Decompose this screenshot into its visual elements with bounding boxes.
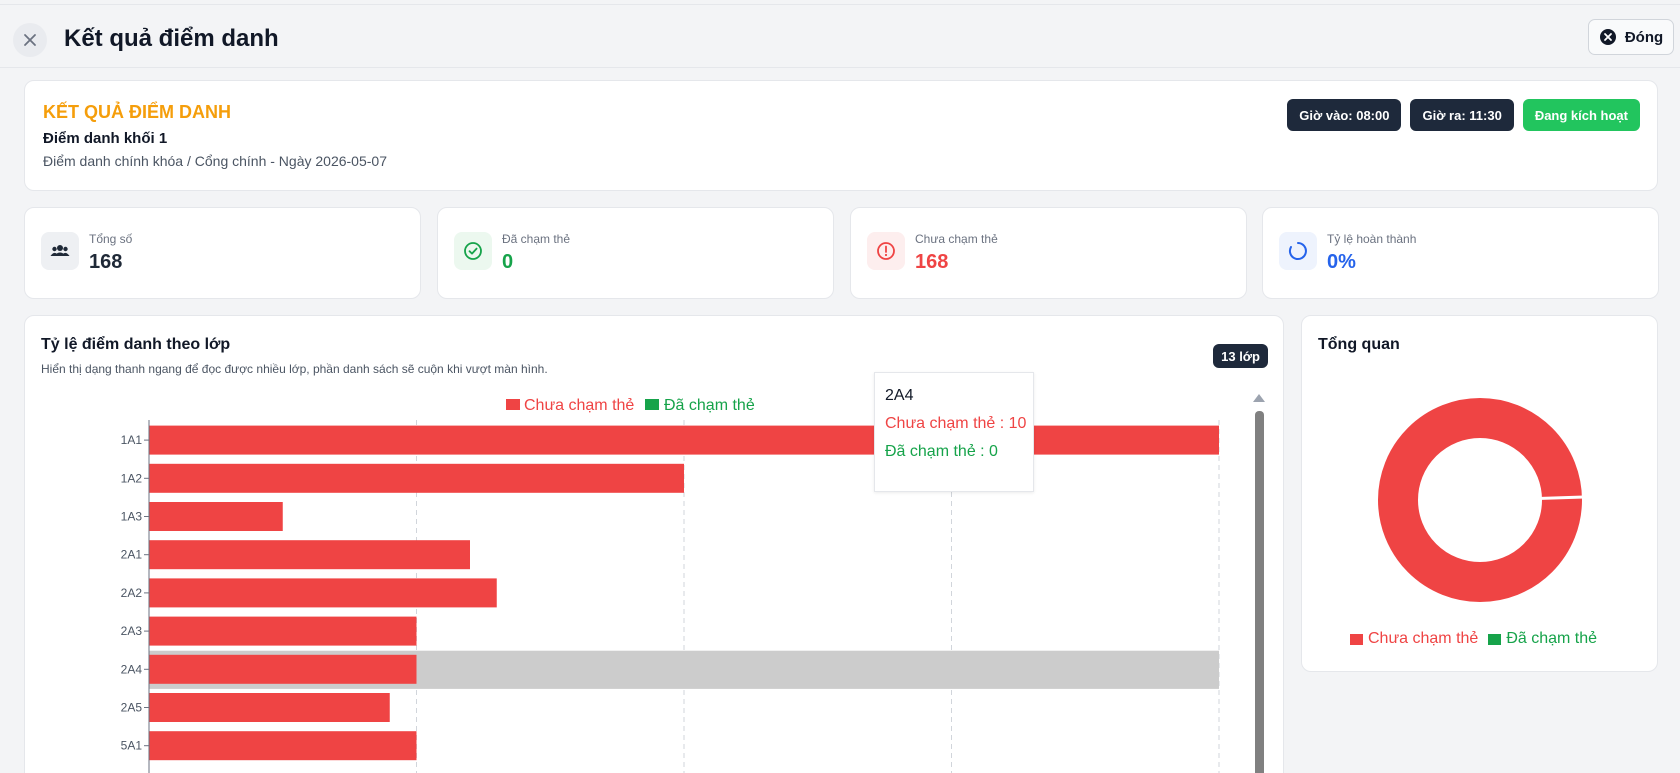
- scroll-thumb[interactable]: [1255, 411, 1264, 773]
- bar-1A3[interactable]: [149, 502, 283, 531]
- bar-1A1[interactable]: [149, 425, 1219, 455]
- legend-swatch-not-tapped: [506, 399, 520, 410]
- stat-card-tapped: Đã chạm thẻ 0: [437, 207, 834, 299]
- scroll-up-arrow[interactable]: [1253, 394, 1265, 402]
- close-button[interactable]: Đóng: [1588, 19, 1674, 55]
- close-button-label: Đóng: [1624, 28, 1664, 46]
- overview-card: Tổng quan Chưa chạm thẻ Đã chạm thẻ: [1301, 315, 1658, 672]
- stat-card-not-tapped: Chưa chạm thẻ 168: [850, 207, 1247, 299]
- summary-title: Điểm danh khối 1: [43, 130, 168, 147]
- bar-2A4[interactable]: [149, 654, 417, 684]
- alert-circle-icon: [867, 232, 905, 270]
- stat-value: 0: [502, 251, 514, 273]
- stat-value: 168: [89, 251, 123, 273]
- page-title: Kết quả điểm danh: [64, 25, 279, 52]
- check-circle-icon: [454, 232, 492, 270]
- legend-label-not-tapped: Chưa chạm thẻ: [524, 397, 634, 414]
- bar-2A2[interactable]: [149, 578, 497, 608]
- chart-scrollbar[interactable]: [1253, 394, 1265, 773]
- close-circle-icon: [1599, 29, 1616, 45]
- legend-label-tapped: Đã chạm thẻ: [664, 397, 755, 414]
- tick-label: 1A3: [121, 510, 143, 524]
- summary-subtitle: Điểm danh chính khóa / Cổng chính - Ngày…: [43, 153, 387, 169]
- stat-label: Tổng số: [89, 232, 133, 246]
- overview-legend-item-not-tapped: Chưa chạm thẻ: [1350, 630, 1478, 648]
- tick-label: 2A1: [121, 548, 143, 562]
- close-x-button[interactable]: [13, 23, 47, 57]
- legend-swatch-tapped: [1488, 633, 1502, 645]
- stat-value: 0%: [1327, 251, 1356, 273]
- legend-label: Chưa chạm thẻ: [1368, 630, 1479, 647]
- close-icon: [24, 34, 36, 46]
- chart-tooltip: 2A4 Chưa chạm thẻ : 10 Đã chạm thẻ : 0: [874, 372, 1034, 492]
- donut-chart: [1378, 398, 1585, 602]
- bar-2A5[interactable]: [149, 693, 390, 722]
- stat-label: Đã chạm thẻ: [502, 232, 571, 246]
- summary-kicker: KẾT QUẢ ĐIỂM DANH: [43, 102, 231, 122]
- stat-label: Chưa chạm thẻ: [915, 232, 998, 246]
- summary-tags: Giờ vào: 08:00 Giờ ra: 11:30 Đang kích h…: [1287, 99, 1640, 131]
- bar-2A1[interactable]: [149, 540, 470, 570]
- stat-card-completion: Tỷ lệ hoàn thành 0%: [1262, 207, 1659, 299]
- users-icon: [41, 232, 79, 270]
- tick-label: 2A4: [121, 662, 143, 676]
- bar-1A2[interactable]: [149, 463, 684, 493]
- top-bar: Kết quả điểm danh Đóng: [0, 4, 1680, 68]
- overview-legend-item-tapped: Đã chạm thẻ: [1488, 630, 1597, 648]
- stat-label: Tỷ lệ hoàn thành: [1327, 232, 1417, 246]
- checkout-time-badge: Giờ ra: 11:30: [1410, 99, 1514, 131]
- bar-2A3[interactable]: [149, 616, 417, 646]
- tick-label: 1A1: [121, 433, 143, 447]
- tick-label: 2A2: [121, 586, 143, 600]
- legend-label: Đã chạm thẻ: [1506, 630, 1598, 647]
- status-badge: Đang kích hoạt: [1522, 99, 1640, 131]
- summary-card: KẾT QUẢ ĐIỂM DANH Điểm danh khối 1 Điểm …: [24, 80, 1658, 191]
- tooltip-tapped: Đã chạm thẻ : 0: [885, 443, 998, 460]
- legend-swatch-tapped: [645, 399, 659, 410]
- tooltip-title: 2A4: [885, 387, 914, 404]
- tick-label: 1A2: [121, 471, 143, 485]
- tooltip-not-tapped: Chưa chạm thẻ : 10: [885, 415, 1027, 432]
- tick-label: 2A3: [121, 624, 143, 638]
- tick-label: 5A1: [121, 739, 143, 753]
- checkin-time-badge: Giờ vào: 08:00: [1287, 99, 1402, 131]
- donut-segment-gap: [1537, 495, 1585, 500]
- progress-ring-icon: [1279, 232, 1317, 270]
- legend-swatch-not-tapped: [1350, 633, 1363, 645]
- bar-5A1[interactable]: [149, 731, 417, 761]
- bar-chart: 1A1 1A2 1A3 2A1 2A2 2A3 2A4 2A5 5A1 Chưa chạm th…: [121, 394, 1265, 773]
- stat-card-total: Tổng số 168: [24, 207, 421, 299]
- overview-legend: Chưa chạm thẻ Đã chạm thẻ: [1350, 630, 1597, 648]
- tick-label: 2A5: [121, 701, 143, 715]
- stat-value: 168: [915, 251, 949, 273]
- donut-segment-not-tapped: [1378, 398, 1582, 602]
- class-chart-card: Tỷ lệ điểm danh theo lớp Hiển thị dạng t…: [24, 315, 1284, 773]
